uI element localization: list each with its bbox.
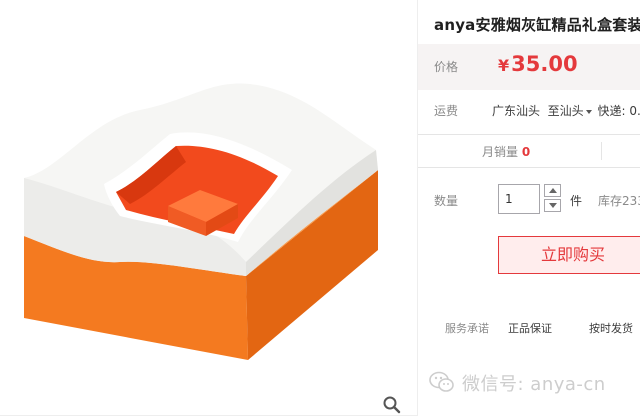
product-gallery: [0, 0, 418, 416]
quantity-input[interactable]: [498, 184, 540, 214]
buy-now-button[interactable]: 立即购买: [498, 236, 640, 274]
monthly-sales-label: 月销量: [482, 145, 519, 159]
chevron-down-icon: [585, 109, 592, 114]
service-item-genuine[interactable]: 正品保证: [508, 320, 552, 336]
stock-count: 库存233: [598, 194, 640, 208]
quantity-label: 数量: [434, 194, 459, 208]
monthly-sales-count: 0: [521, 145, 531, 159]
quantity-unit: 件: [570, 194, 583, 208]
main-product-image[interactable]: [0, 0, 418, 416]
quantity-increase-button[interactable]: [544, 184, 561, 197]
watermark-text: 微信号: anya-cn: [462, 374, 606, 395]
ashtray-image: [24, 83, 378, 360]
shipping-method: 快递: 0.0: [597, 104, 640, 118]
divider: [601, 142, 602, 160]
shipping-from: 广东汕头: [492, 104, 541, 118]
shipping-destination-select[interactable]: 至汕头: [548, 104, 594, 118]
quantity-decrease-button[interactable]: [544, 199, 561, 212]
price-amount: 35.00: [511, 52, 578, 76]
service-promise-label: 服务承诺: [445, 322, 489, 335]
shipping-label: 运费: [434, 104, 459, 118]
service-item-on-time[interactable]: 按时发货: [589, 320, 633, 336]
wechat-icon: [429, 371, 454, 392]
product-title: anya安雅烟灰缸精品礼盒套装: [434, 16, 640, 34]
monthly-sales: 月销量 0: [482, 143, 530, 160]
zoom-icon[interactable]: [382, 395, 402, 415]
price-value: ¥35.00: [498, 52, 578, 76]
shipping-info: 广东汕头 至汕头 快递: 0.0: [492, 102, 640, 119]
price-label: 价格: [434, 60, 459, 74]
currency-symbol: ¥: [498, 56, 510, 75]
